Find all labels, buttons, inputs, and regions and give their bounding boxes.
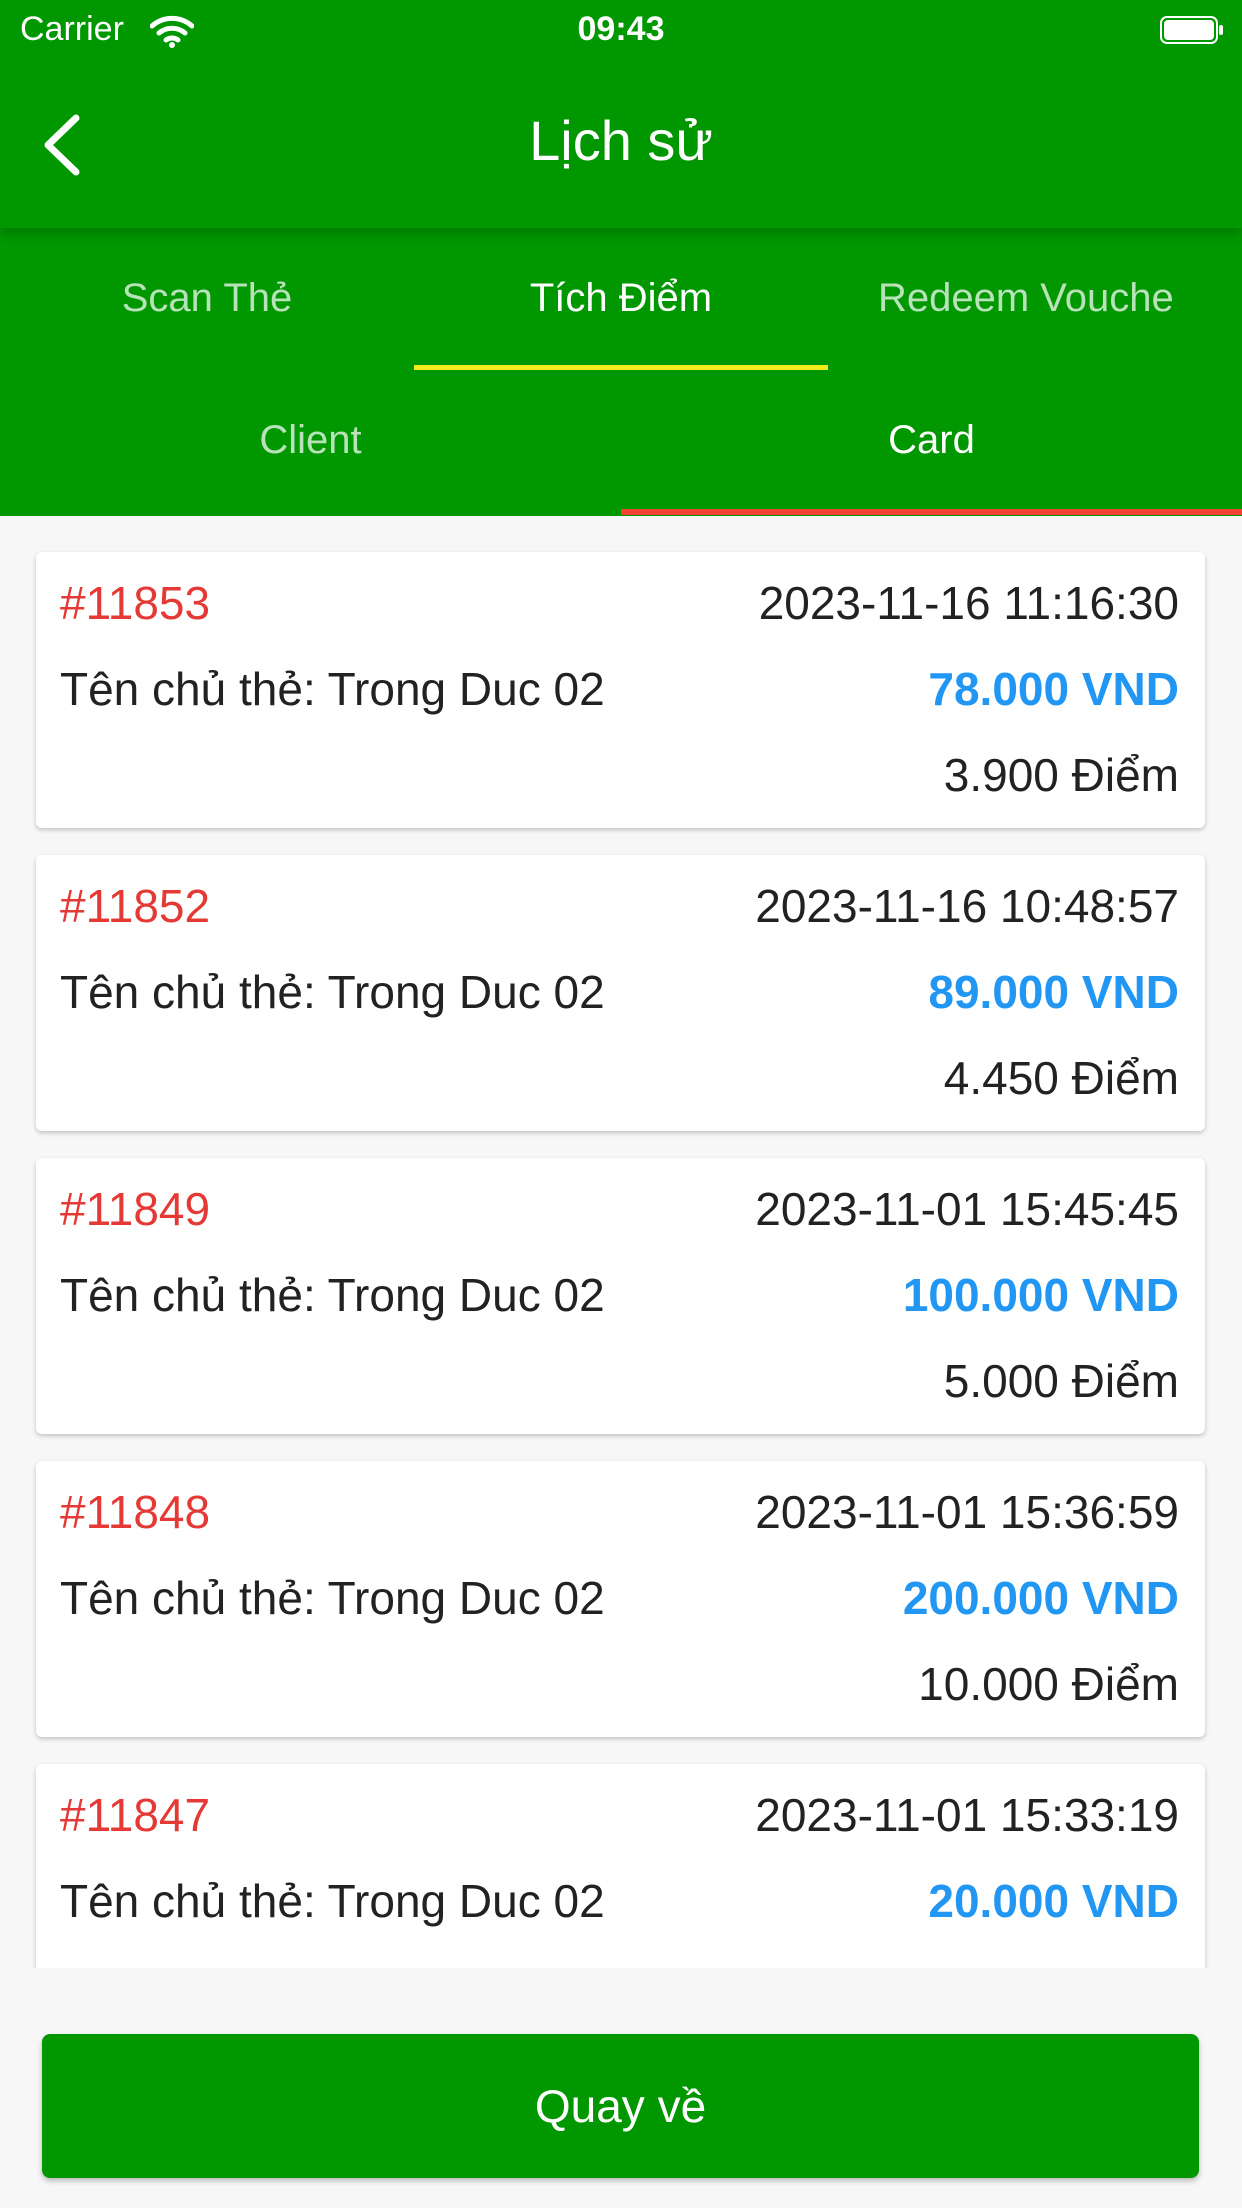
- footer-area: Quay về: [0, 1968, 1242, 2208]
- card-holder-name: Tên chủ thẻ: Trong Duc 02: [60, 1269, 605, 1321]
- transaction-amount: 20.000 VND: [928, 1875, 1179, 1927]
- transaction-points: 3.900 Điểm: [943, 749, 1179, 801]
- transaction-id: #11847: [60, 1789, 211, 1841]
- transaction-amount: 200.000 VND: [902, 1572, 1179, 1624]
- card-holder-name: Tên chủ thẻ: Trong Duc 02: [60, 966, 605, 1018]
- subtab-card[interactable]: Card: [621, 370, 1242, 510]
- transaction-list[interactable]: #11853 2023-11-16 11:16:30 Tên chủ thẻ: …: [0, 516, 1242, 1968]
- transaction-id: #11852: [60, 880, 211, 932]
- tab-label: Redeem Vouche: [878, 275, 1174, 320]
- transaction-card[interactable]: #11848 2023-11-01 15:36:59 Tên chủ thẻ: …: [36, 1461, 1205, 1737]
- transaction-id: #11853: [60, 577, 211, 629]
- transaction-card[interactable]: #11847 2023-11-01 15:33:19 Tên chủ thẻ: …: [36, 1764, 1205, 1968]
- tab-label: Scan Thẻ: [121, 275, 293, 320]
- app-header: Carrier 09:43 Lịch sử: [0, 0, 1242, 228]
- tab-label: Tích Điểm: [529, 275, 713, 320]
- tab-scan-the[interactable]: Scan Thẻ: [0, 228, 414, 368]
- transaction-id: #11849: [60, 1183, 211, 1235]
- back-button[interactable]: Quay về: [42, 2034, 1199, 2178]
- tab-bar: Scan Thẻ Tích Điểm Redeem Vouche Client …: [0, 228, 1242, 516]
- back-button-label: Quay về: [534, 2080, 707, 2132]
- transaction-datetime: 2023-11-16 11:16:30: [758, 577, 1179, 629]
- transaction-card[interactable]: #11852 2023-11-16 10:48:57 Tên chủ thẻ: …: [36, 855, 1205, 1131]
- battery-icon: [1160, 16, 1223, 44]
- subtab-label: Client: [259, 417, 362, 462]
- transaction-card[interactable]: #11849 2023-11-01 15:45:45 Tên chủ thẻ: …: [36, 1158, 1205, 1434]
- transaction-amount: 89.000 VND: [928, 966, 1179, 1018]
- transaction-datetime: 2023-11-01 15:33:19: [755, 1789, 1179, 1841]
- page-title: Lịch sử: [529, 109, 713, 172]
- transaction-datetime: 2023-11-16 10:48:57: [755, 880, 1179, 932]
- card-holder-name: Tên chủ thẻ: Trong Duc 02: [60, 663, 605, 715]
- transaction-points: 5.000 Điểm: [943, 1355, 1179, 1407]
- transaction-card[interactable]: #11853 2023-11-16 11:16:30 Tên chủ thẻ: …: [36, 552, 1205, 828]
- card-holder-name: Tên chủ thẻ: Trong Duc 02: [60, 1875, 605, 1927]
- transaction-datetime: 2023-11-01 15:45:45: [755, 1183, 1179, 1235]
- card-holder-name: Tên chủ thẻ: Trong Duc 02: [60, 1572, 605, 1624]
- status-bar: Carrier 09:43: [0, 0, 1242, 62]
- tab-redeem-voucher[interactable]: Redeem Vouche: [828, 228, 1242, 368]
- transaction-points: 10.000 Điểm: [918, 1658, 1179, 1710]
- transaction-datetime: 2023-11-01 15:36:59: [755, 1486, 1179, 1538]
- subtab-active-indicator: [621, 509, 1242, 515]
- transaction-amount: 100.000 VND: [902, 1269, 1179, 1321]
- status-time: 09:43: [577, 10, 665, 48]
- subtab-label: Card: [888, 417, 975, 462]
- subtab-client[interactable]: Client: [0, 370, 621, 510]
- transaction-points: 4.450 Điểm: [943, 1052, 1179, 1104]
- transaction-id: #11848: [60, 1486, 211, 1538]
- tab-tich-diem[interactable]: Tích Điểm: [414, 228, 828, 368]
- transaction-amount: 78.000 VND: [928, 663, 1179, 715]
